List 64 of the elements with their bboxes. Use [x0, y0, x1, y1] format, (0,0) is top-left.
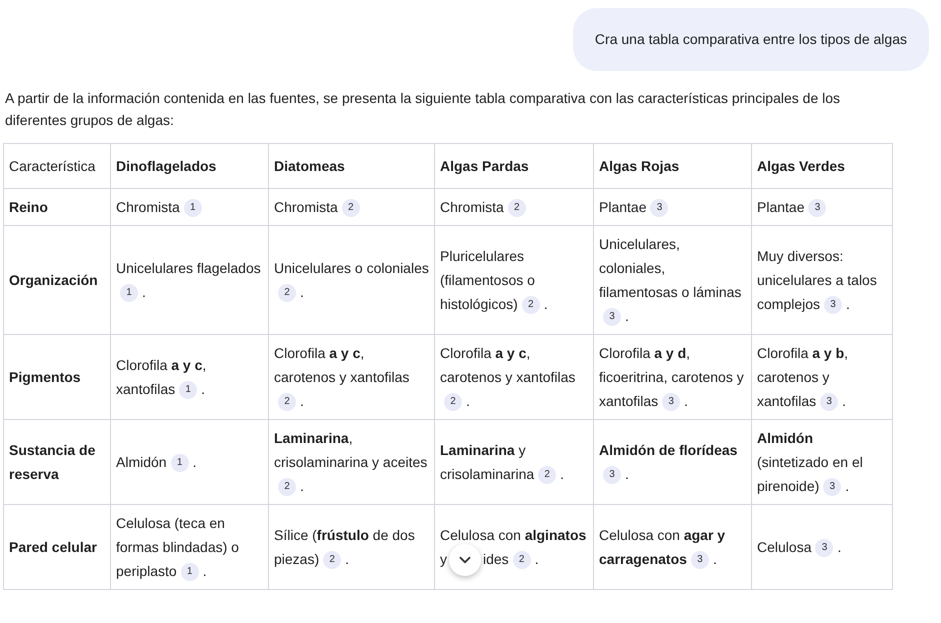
citation-chip[interactable]: 2 — [342, 199, 360, 218]
row-header: Pared celular — [9, 539, 97, 555]
table-cell: Almidón de florídeas 3 . — [599, 442, 738, 482]
table-cell: Celulosa con alginatos y ides 2 . — [440, 527, 586, 567]
citation-chip[interactable]: 2 — [278, 284, 296, 302]
table-cell: Clorofila a y d, ficoeritrina, carotenos y xantofilas 3 . — [599, 345, 744, 409]
column-header: Algas Pardas — [434, 144, 594, 188]
table-cell: Clorofila a y b, carotenos y xantofilas 3 . — [757, 345, 848, 409]
table-cell: Unicelulares, coloniales, filamentosas o láminas 3 . — [599, 236, 742, 324]
citation-chip[interactable]: 3 — [820, 393, 838, 412]
table-cell: Plantae 3 — [757, 199, 830, 215]
table-cell: Clorofila a y c, carotenos y xantofilas 2 . — [440, 345, 576, 409]
user-message-bubble: Cra una tabla comparativa entre los tipos de algas — [572, 8, 929, 71]
table-cell: Sílice (frústulo de dos piezas) 2 . — [274, 527, 415, 567]
scroll-down-button[interactable] — [449, 544, 481, 576]
citation-chip[interactable]: 3 — [823, 478, 842, 496]
citation-chip[interactable]: 1 — [179, 381, 198, 400]
table-cell: Chromista 2 — [274, 199, 364, 215]
table-cell: Clorofila a y c, carotenos y xantofilas 2 . — [274, 345, 410, 409]
citation-chip[interactable]: 3 — [815, 539, 834, 558]
table-cell: Muy diversos: unicelulares a talos complejos 3 . — [757, 248, 877, 312]
column-header: Característica — [4, 144, 110, 188]
citation-chip[interactable]: 1 — [120, 284, 138, 302]
citation-chip[interactable]: 2 — [444, 393, 462, 412]
table-cell: Clorofila a y c, xantofilas 1 . — [116, 357, 206, 397]
table-cell: Pluricelulares (filamentosos o histológicos) 2 . — [440, 248, 548, 312]
row-header: Sustancia de reserva — [9, 442, 96, 482]
row-header: Reino — [9, 199, 48, 215]
column-header: Algas Rojas — [594, 144, 752, 188]
table-cell: Plantae 3 — [599, 199, 672, 215]
citation-chip[interactable]: 2 — [522, 296, 540, 314]
citation-chip[interactable]: 3 — [650, 199, 668, 218]
table-cell: Almidón 1 . — [116, 454, 196, 470]
table-cell: Chromista 1 — [116, 199, 206, 215]
citation-chip[interactable]: 3 — [662, 393, 680, 412]
citation-chip[interactable]: 3 — [808, 199, 826, 218]
table-cell: Unicelulares o coloniales 2 . — [274, 260, 429, 300]
citation-chip[interactable]: 1 — [170, 454, 189, 472]
citation-chip[interactable]: 2 — [323, 551, 342, 570]
table-cell: Unicelulares flagelados 1 . — [116, 260, 261, 300]
table-cell: Chromista 2 — [440, 199, 530, 215]
row-header: Pigmentos — [9, 369, 81, 385]
row-header: Organización — [9, 272, 98, 288]
table-cell: Laminarina y crisolaminarina 2 . — [440, 442, 564, 482]
citation-chip[interactable]: 1 — [184, 199, 202, 218]
citation-chip[interactable]: 3 — [603, 466, 621, 484]
intro-paragraph: A partir de la información contenida en las fuentes, se presenta la siguiente tabla comparativa con las características principales de los diferentes grupos de algas: — [4, 89, 842, 130]
table-cell: Celulosa con agar y carragenatos 3 . — [599, 527, 726, 567]
table-cell: Celulosa (teca en formas blindadas) o periplasto 1 . — [116, 515, 239, 579]
citation-chip[interactable]: 3 — [824, 296, 842, 314]
citation-chip[interactable]: 2 — [278, 478, 296, 496]
citation-chip[interactable]: 2 — [512, 551, 531, 570]
citation-chip[interactable]: 2 — [278, 393, 296, 412]
citation-chip[interactable]: 1 — [180, 563, 199, 582]
table-cell: Celulosa 3 . — [757, 539, 842, 555]
table-cell: Almidón (sintetizado en el pirenoide) 3 . — [757, 430, 863, 494]
citation-chip[interactable]: 3 — [603, 308, 621, 326]
column-header: Dinoflagelados — [110, 144, 268, 188]
column-header: Diatomeas — [268, 144, 434, 188]
citation-chip[interactable]: 3 — [690, 551, 709, 570]
citation-chip[interactable]: 2 — [508, 199, 526, 218]
column-header: Algas Verdes — [752, 144, 892, 188]
table-cell: Laminarina, crisolaminarina y aceites 2 . — [274, 430, 428, 494]
citation-chip[interactable]: 2 — [538, 466, 556, 484]
